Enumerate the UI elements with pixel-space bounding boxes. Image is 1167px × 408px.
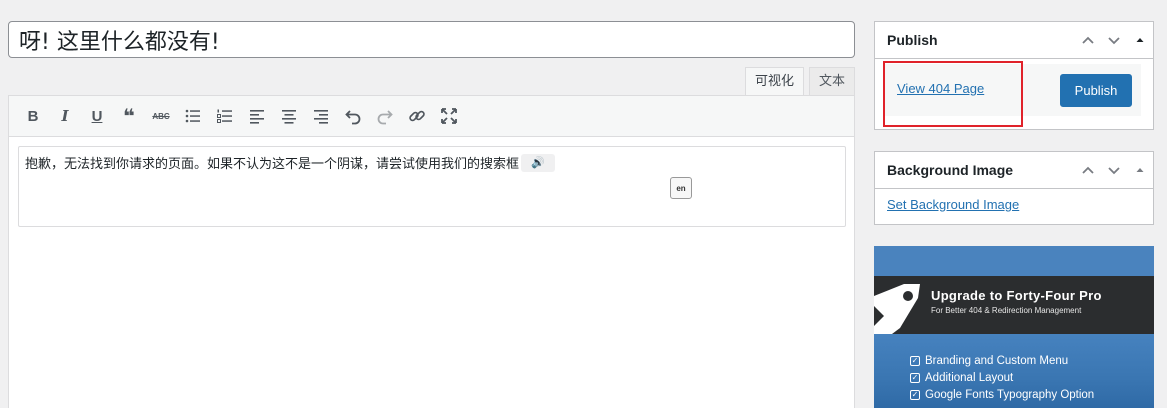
background-image-box: Background Image Set Background Image (874, 151, 1154, 225)
set-background-image-link[interactable]: Set Background Image (887, 197, 1019, 212)
promo-feature-label: Branding and Custom Menu (925, 355, 1069, 367)
align-center-icon[interactable] (273, 101, 305, 131)
promo-sky (874, 246, 1154, 276)
checkbox-icon: ✓ (910, 390, 920, 400)
collapse-toggle-icon[interactable] (1127, 152, 1153, 188)
tab-text[interactable]: 文本 (808, 67, 855, 96)
bold-icon[interactable]: B (17, 101, 49, 131)
background-box-title: Background Image (887, 162, 1014, 178)
move-down-icon[interactable] (1101, 152, 1127, 188)
promo-feature-label: Google Fonts Typography Option (925, 389, 1095, 401)
upgrade-promo-banner[interactable]: Upgrade to Forty-Four Pro For Better 404… (874, 246, 1154, 408)
undo-icon[interactable] (337, 101, 369, 131)
content-paragraph: 抱歉，无法找到你请求的页面。如果不认为这不是一个阴谋，请尝试使用我们的搜索框 🔊 (25, 153, 556, 172)
promo-subtitle: For Better 404 & Redirection Management (931, 306, 1082, 315)
editor-mode-tabs: 可视化 文本 (740, 67, 855, 96)
publish-button[interactable]: Publish (1060, 74, 1132, 107)
fullscreen-icon[interactable] (433, 101, 465, 131)
post-title-input[interactable]: 呀! 这里什么都没有! (8, 21, 855, 58)
italic-icon[interactable]: I (49, 101, 81, 131)
content-text: 抱歉，无法找到你请求的页面。如果不认为这不是一个阴谋，请尝试使用我们的搜索框 (25, 157, 520, 172)
promo-title: Upgrade to Forty-Four Pro (931, 288, 1102, 303)
strikethrough-icon[interactable]: ABC (145, 101, 177, 131)
bullet-list-icon[interactable] (177, 101, 209, 131)
publish-box: Publish View 404 Page Publish (874, 21, 1154, 130)
italic-glyph: I (61, 107, 69, 125)
checkbox-icon: ✓ (910, 356, 920, 366)
highlight-box (883, 61, 1023, 127)
promo-feature-item: ✓ Additional Layout (910, 372, 1013, 384)
bold-glyph: B (27, 107, 39, 125)
editor-toolbar: B I U ❝ ABC (9, 96, 854, 137)
numbered-list-icon[interactable] (209, 101, 241, 131)
move-up-icon[interactable] (1075, 152, 1101, 188)
translate-icon[interactable]: en (670, 177, 692, 199)
publish-box-body: View 404 Page Publish (875, 59, 1153, 127)
link-icon[interactable] (401, 101, 433, 131)
publish-box-title: Publish (887, 32, 938, 48)
align-right-icon[interactable] (305, 101, 337, 131)
background-box-header: Background Image (875, 152, 1153, 189)
content-editor: B I U ❝ ABC 抱歉，无法找到你请求的页面。如果不认为这不是一个阴谋，请… (8, 95, 855, 408)
promo-feature-label: Additional Layout (925, 372, 1014, 384)
editor-content-area[interactable]: 抱歉，无法找到你请求的页面。如果不认为这不是一个阴谋，请尝试使用我们的搜索框 🔊… (18, 146, 846, 227)
tab-visual[interactable]: 可视化 (744, 67, 804, 96)
translate-glyph: en (676, 183, 686, 193)
blockquote-glyph: ❝ (123, 105, 135, 128)
post-title-text: 呀! 这里什么都没有! (19, 29, 220, 55)
promo-feature-item: ✓ Google Fonts Typography Option (910, 389, 1094, 401)
underline-glyph: U (91, 107, 103, 125)
move-up-icon[interactable] (1075, 22, 1101, 58)
strikethrough-glyph: ABC (152, 111, 170, 121)
rocket-icon (874, 284, 920, 334)
align-left-icon[interactable] (241, 101, 273, 131)
blockquote-icon[interactable]: ❝ (113, 101, 145, 131)
publish-box-header: Publish (875, 22, 1153, 59)
underline-icon[interactable]: U (81, 101, 113, 131)
collapse-toggle-icon[interactable] (1127, 22, 1153, 58)
move-down-icon[interactable] (1101, 22, 1127, 58)
checkbox-icon: ✓ (910, 373, 920, 383)
redo-icon[interactable] (369, 101, 401, 131)
speaker-icon[interactable]: 🔊 (521, 153, 556, 172)
promo-feature-item: ✓ Branding and Custom Menu (910, 355, 1068, 367)
